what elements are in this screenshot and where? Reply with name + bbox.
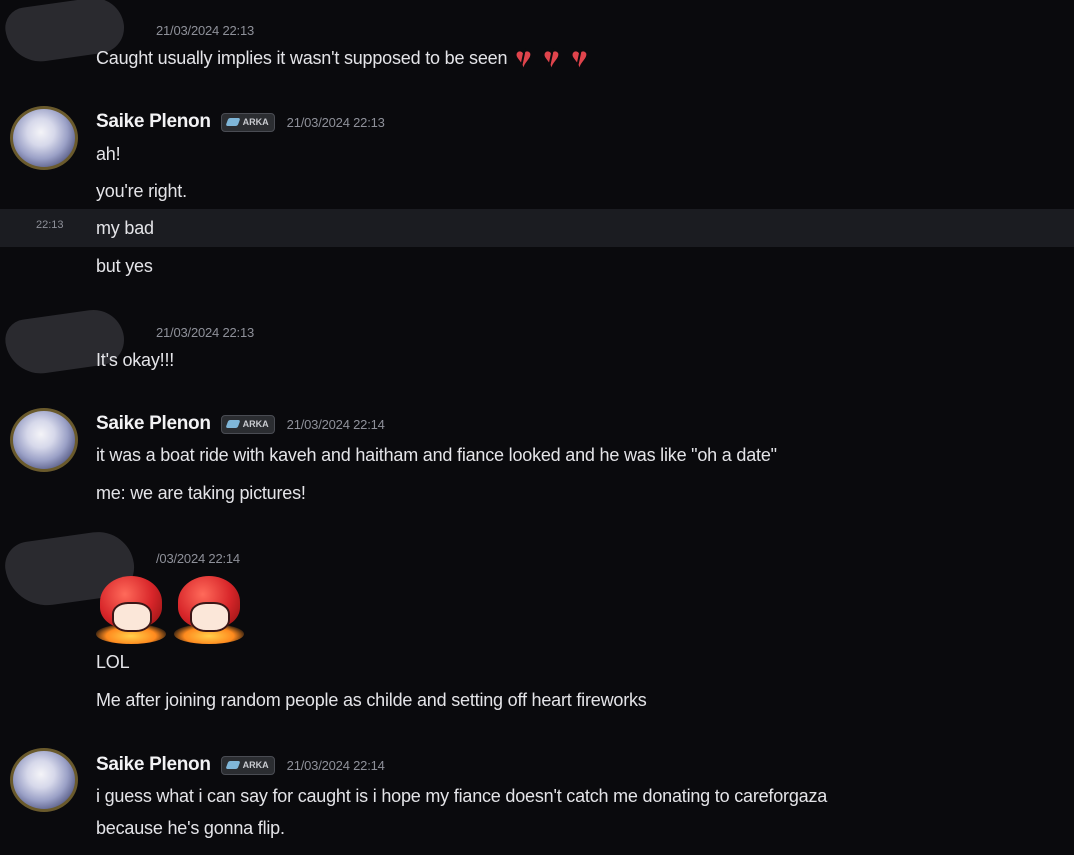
user-avatar[interactable] — [10, 748, 78, 812]
guild-tag-badge[interactable]: ARKA — [220, 755, 275, 775]
red-haired-chibi-sticker[interactable] — [96, 574, 166, 644]
tag-icon — [225, 420, 241, 428]
message-timestamp: /03/2024 22:14 — [156, 550, 240, 566]
message-header: Saike Plenon ARKA 21/03/2024 22:14 — [96, 412, 385, 436]
message-header: 21/03/2024 22:13 — [96, 320, 254, 344]
hovered-message-row[interactable] — [0, 209, 1074, 247]
red-haired-chibi-sticker[interactable] — [174, 574, 244, 644]
message-timestamp: 21/03/2024 22:13 — [156, 324, 255, 340]
message-timestamp: 21/03/2024 22:14 — [286, 416, 385, 432]
broken-heart-icon: ♥ — [565, 44, 593, 72]
message-line: it was a boat ride with kaveh and haitha… — [96, 445, 777, 465]
message-line: me: we are taking pictures! — [96, 483, 306, 503]
message-line: ah! — [96, 144, 121, 164]
message-timestamp: 21/03/2024 22:14 — [286, 757, 385, 773]
message-text: Caught usually implies it wasn't suppose… — [96, 47, 508, 68]
guild-tag-badge[interactable]: ARKA — [220, 414, 275, 434]
message-line: but yes — [96, 256, 153, 276]
chat-log: 21/03/2024 22:13 Caught usually implies … — [0, 0, 1074, 855]
message-timestamp: 21/03/2024 22:13 — [286, 114, 385, 130]
username[interactable]: Saike Plenon — [96, 111, 211, 133]
emoji-group: ♥ ♥ ♥ — [509, 44, 593, 72]
message-timestamp: 21/03/2024 22:13 — [156, 22, 255, 38]
username[interactable]: Saike Plenon — [96, 413, 211, 435]
message-line: i guess what i can say for caught is i h… — [96, 786, 828, 806]
message-line: It's okay!!! — [96, 350, 175, 370]
sticker-row — [96, 574, 244, 644]
tag-label: ARKA — [242, 760, 269, 770]
hover-timestamp: 22:13 — [36, 219, 64, 231]
guild-tag-badge[interactable]: ARKA — [220, 112, 275, 132]
message-header: /03/2024 22:14 — [96, 546, 240, 570]
message-line: my bad — [96, 218, 154, 238]
message-header: 21/03/2024 22:13 — [96, 18, 254, 42]
tag-label: ARKA — [242, 117, 269, 127]
user-avatar[interactable] — [10, 106, 78, 170]
message-header: Saike Plenon ARKA 21/03/2024 22:14 — [96, 753, 385, 777]
broken-heart-icon: ♥ — [537, 44, 565, 72]
broken-heart-icon: ♥ — [509, 44, 537, 72]
message-line: you're right. — [96, 181, 187, 201]
user-avatar[interactable] — [10, 408, 78, 472]
username[interactable]: Saike Plenon — [96, 754, 211, 776]
message-line: because he's gonna flip. — [96, 818, 285, 838]
sticker-face — [112, 602, 152, 632]
message-header: Saike Plenon ARKA 21/03/2024 22:13 — [96, 110, 385, 134]
tag-icon — [225, 761, 241, 769]
tag-label: ARKA — [242, 419, 269, 429]
tag-icon — [225, 118, 241, 126]
sticker-face — [190, 602, 230, 632]
message-line: Me after joining random people as childe… — [96, 690, 647, 710]
message-line: LOL — [96, 652, 130, 672]
message-line: Caught usually implies it wasn't suppose… — [96, 44, 593, 72]
